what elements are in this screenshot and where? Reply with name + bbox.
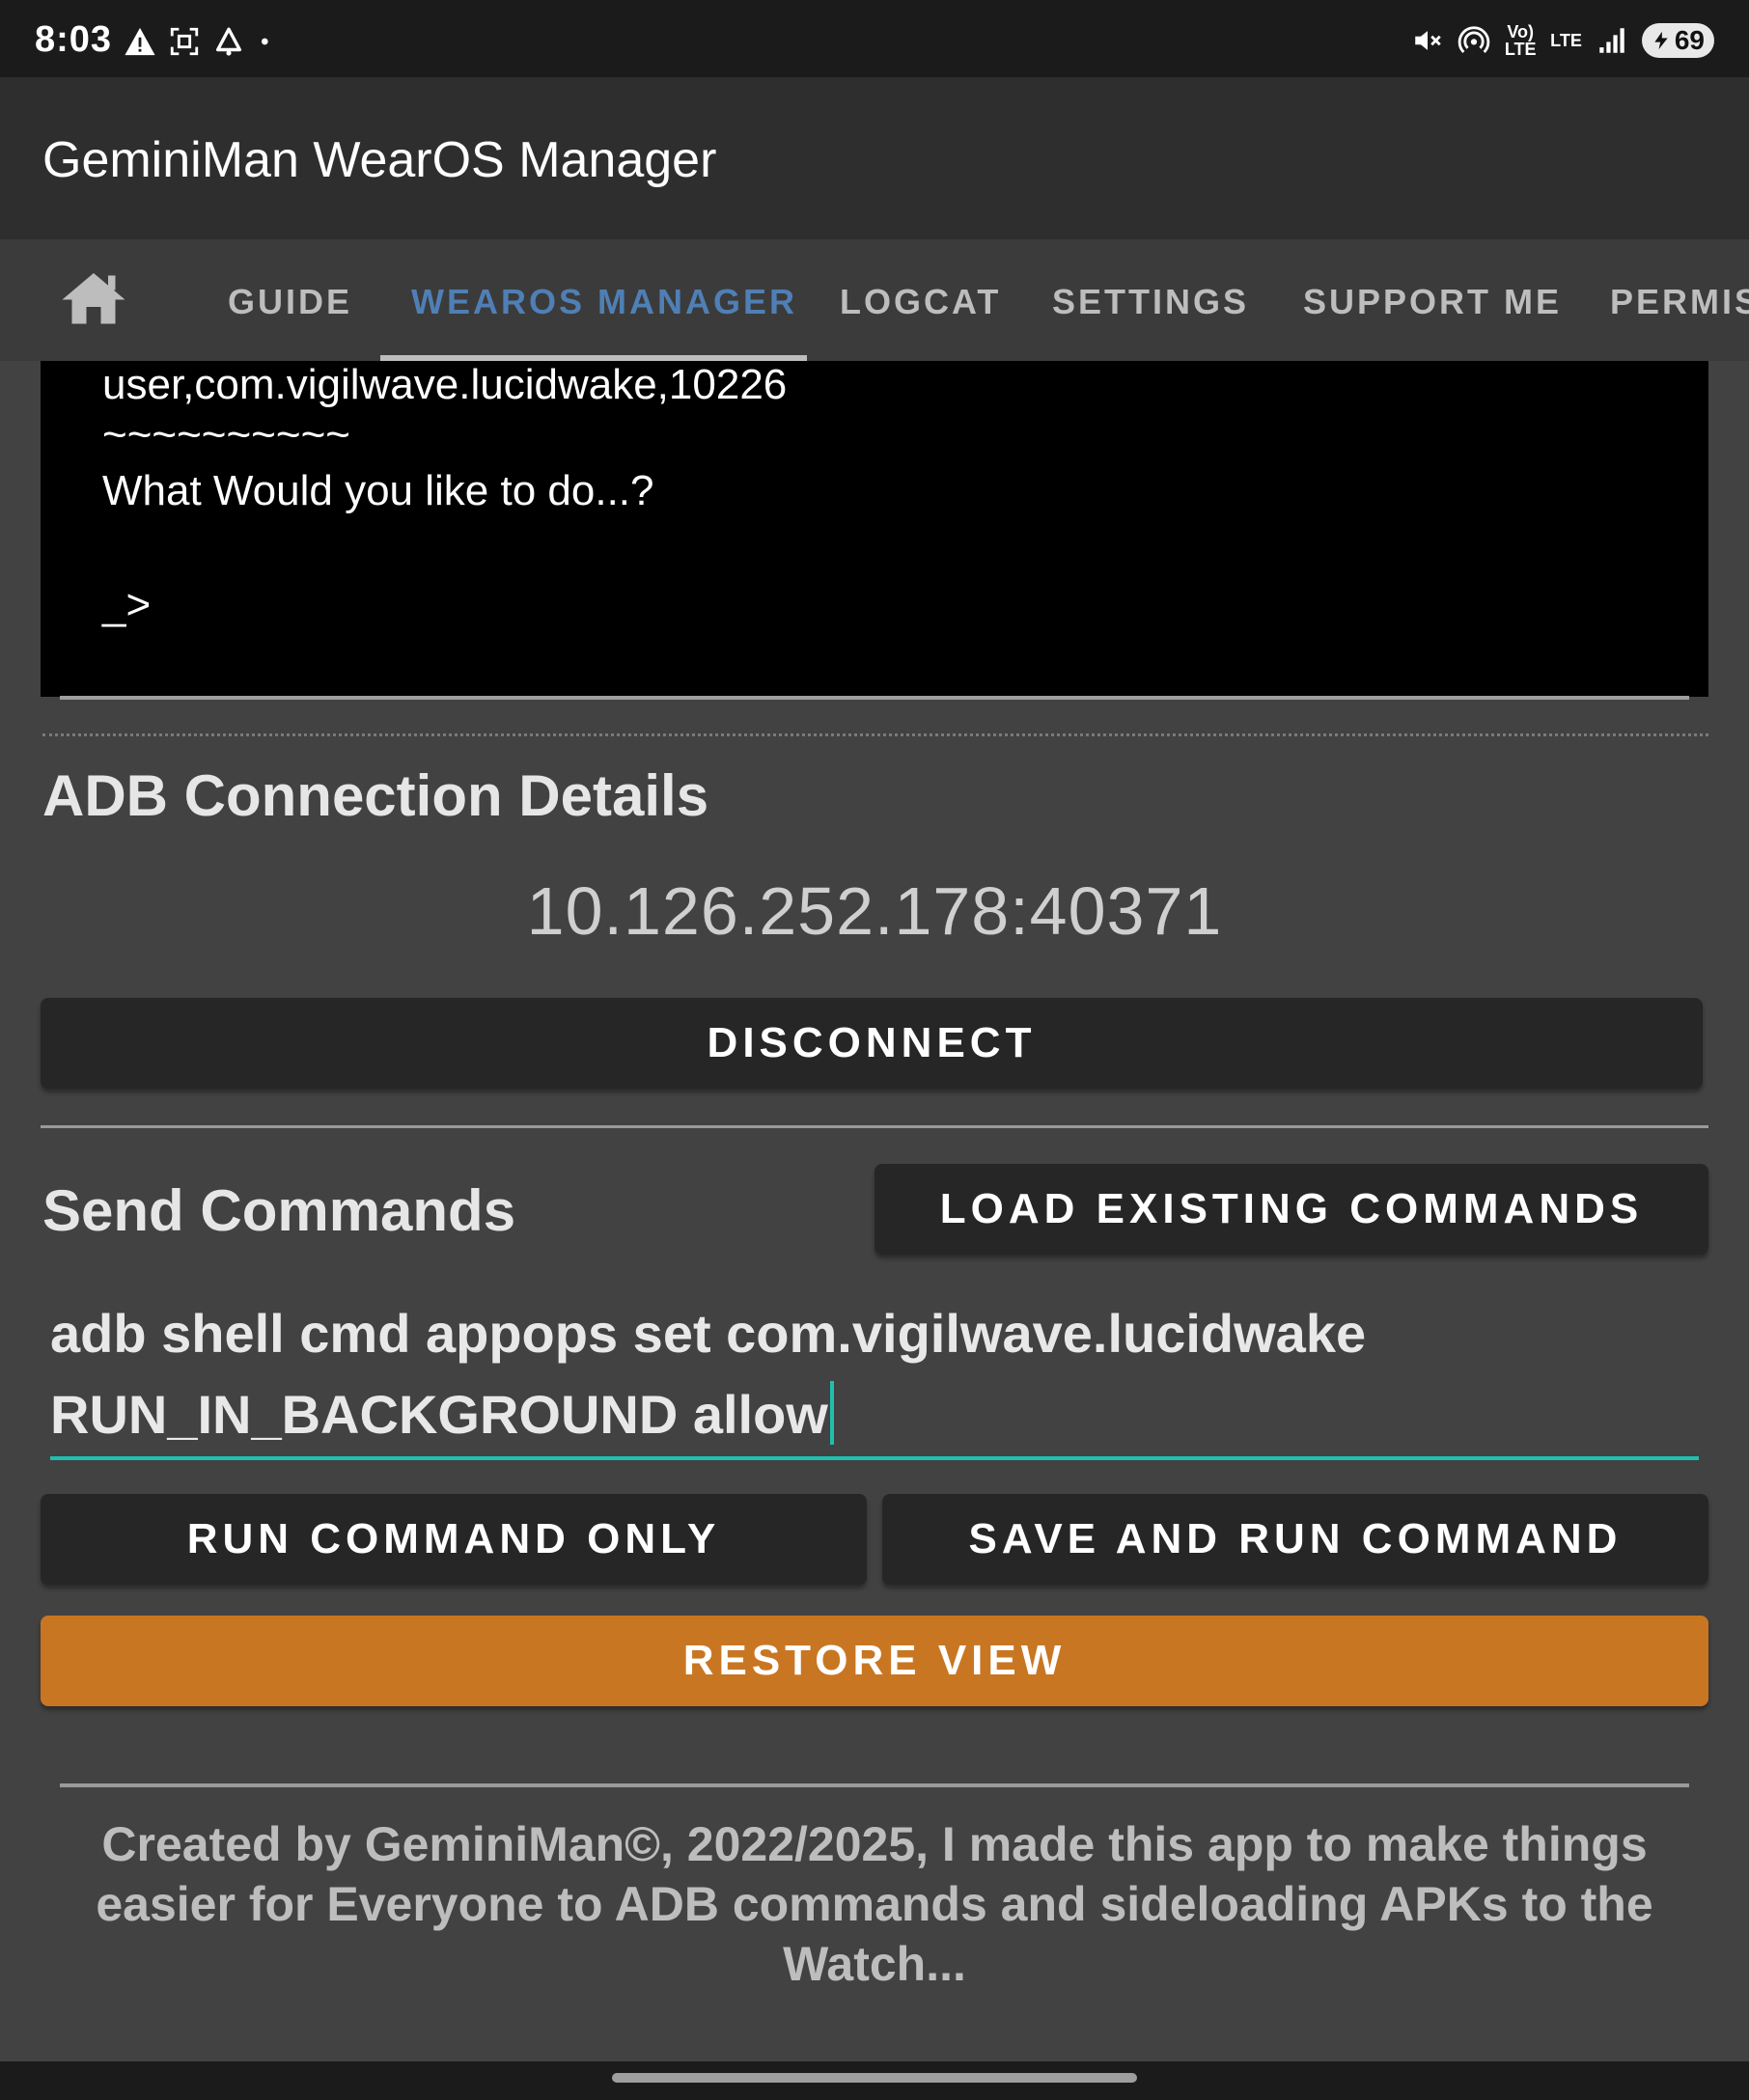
terminal-line: user,com.vigilwave.lucidwake,10226: [102, 361, 788, 408]
screenshot-icon: [170, 27, 199, 56]
home-icon[interactable]: [60, 268, 127, 326]
footer-credits: Created by GeminiMan©, 2022/2025, I made…: [96, 1817, 1653, 1991]
app-bar: GeminiMan WearOS Manager: [0, 77, 1749, 239]
terminal-line: What Would you like to do...?: [102, 467, 654, 514]
hotspot-icon: [1458, 26, 1490, 54]
terminal-scroll-indicator: [60, 696, 1689, 700]
tab-permissions[interactable]: PERMIS: [1610, 282, 1749, 322]
dot-icon: [262, 38, 268, 45]
volte-icon: Vo) LTE: [1504, 22, 1537, 59]
tab-guide[interactable]: GUIDE: [228, 282, 352, 322]
command-input-line-1: adb shell cmd appops set com.vigilwave.l…: [50, 1303, 1367, 1364]
tab-bar: GUIDE WEAROS MANAGER LOGCAT SETTINGS SUP…: [0, 239, 1749, 361]
adb-address: 10.126.252.178:40371: [526, 873, 1223, 949]
signal-icon: [1599, 28, 1624, 53]
tab-logcat[interactable]: LOGCAT: [840, 282, 1001, 322]
terminal-prompt: _>: [102, 581, 152, 628]
mute-icon: [1415, 31, 1441, 50]
save-and-run-command-button[interactable]: SAVE AND RUN COMMAND: [882, 1494, 1708, 1585]
restore-view-button[interactable]: RESTORE VIEW: [41, 1616, 1708, 1706]
load-existing-commands-button[interactable]: LOAD EXISTING COMMANDS: [874, 1164, 1708, 1255]
bolt-icon: [1654, 31, 1668, 50]
command-input-line-2: RUN_IN_BACKGROUND allow: [50, 1384, 828, 1445]
tab-support-me[interactable]: SUPPORT ME: [1303, 282, 1562, 322]
text-cursor: [829, 1381, 834, 1445]
status-time: 8:03: [35, 19, 113, 60]
command-input[interactable]: adb shell cmd appops set com.vigilwave.l…: [50, 1293, 1699, 1459]
dotted-divider: [42, 733, 1708, 736]
disconnect-button[interactable]: DISCONNECT: [41, 998, 1703, 1089]
run-command-only-button[interactable]: RUN COMMAND ONLY: [41, 1494, 867, 1585]
terminal-output[interactable]: user,com.vigilwave.lucidwake,10226 ~~~~~…: [41, 361, 1708, 697]
status-bar: 8:03 Vo) LTE LTE 69: [0, 0, 1749, 77]
footer-divider: [60, 1783, 1689, 1787]
alarm-icon: [215, 27, 242, 56]
tab-settings[interactable]: SETTINGS: [1052, 282, 1249, 322]
navigation-bar: [0, 2061, 1749, 2100]
status-right-icons: Vo) LTE LTE 69: [1411, 23, 1714, 58]
adb-section-title: ADB Connection Details: [42, 763, 709, 828]
section-divider: [41, 1125, 1708, 1128]
terminal-line: ~~~~~~~~~~: [102, 411, 350, 458]
gesture-handle[interactable]: [612, 2073, 1137, 2083]
battery-level: 69: [1674, 25, 1705, 55]
tab-wearos-manager[interactable]: WEAROS MANAGER: [411, 282, 797, 322]
commands-section-title: Send Commands: [42, 1178, 516, 1243]
command-input-underline: [50, 1456, 1699, 1460]
lte-icon: LTE: [1550, 31, 1582, 50]
warning-icon: [125, 27, 155, 56]
battery-charging-icon: 69: [1641, 23, 1714, 58]
app-title: GeminiMan WearOS Manager: [42, 132, 717, 188]
status-left-icons: [124, 25, 276, 58]
